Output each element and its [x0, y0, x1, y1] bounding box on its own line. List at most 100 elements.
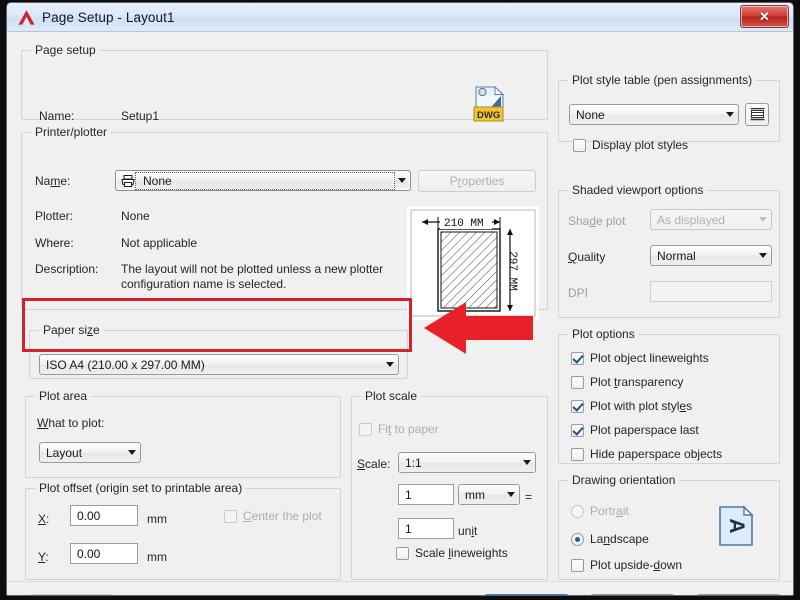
plotter-name-value: None — [137, 174, 393, 188]
chevron-down-icon — [502, 492, 519, 497]
chevron-down-icon — [123, 450, 140, 455]
dpi-label: DPI — [568, 286, 588, 300]
y-offset-value: 0.00 — [77, 547, 100, 561]
plot-paperspace-last-checkbox[interactable]: Plot paperspace last — [571, 423, 699, 437]
plot-object-lineweights-checkbox[interactable]: Plot object lineweights — [571, 351, 709, 365]
quality-value: Normal — [651, 249, 754, 263]
close-icon: ✕ — [759, 9, 770, 25]
chevron-down-icon — [518, 460, 535, 465]
paper-size-combo[interactable]: ISO A4 (210.00 x 297.00 MM) — [39, 354, 399, 375]
plot-style-editor-button[interactable] — [745, 103, 769, 126]
scale-numerator-value: 1 — [405, 488, 412, 502]
plot-offset-legend: Plot offset (origin set to printable are… — [35, 481, 246, 495]
quality-label: Quality — [568, 250, 605, 264]
equals-label: = — [525, 490, 532, 504]
checkbox-box — [396, 547, 409, 560]
checkbox-box — [573, 139, 586, 152]
svg-text:DWG: DWG — [477, 110, 500, 121]
radio-circle — [571, 505, 584, 518]
scale-unit-combo[interactable]: mm — [458, 484, 520, 505]
plot-with-plot-styles-checkbox[interactable]: Plot with plot styles — [571, 399, 692, 413]
dpi-input[interactable] — [650, 281, 772, 302]
landscape-page-icon: A — [718, 505, 752, 545]
plot-style-table-legend: Plot style table (pen assignments) — [568, 73, 756, 87]
chevron-down-icon — [754, 253, 771, 258]
y-offset-input[interactable]: 0.00 — [70, 543, 138, 564]
chevron-down-icon — [721, 112, 738, 117]
plotter-name-combo[interactable]: None — [115, 170, 411, 191]
checkbox-box — [571, 424, 584, 437]
hide-paperspace-objects-checkbox[interactable]: Hide paperspace objects — [571, 447, 722, 461]
scale-lineweights-checkbox[interactable]: Scale lineweights — [396, 546, 508, 560]
unit-label: unit — [458, 524, 477, 538]
scale-denominator-input[interactable]: 1 — [398, 518, 454, 539]
what-to-plot-combo[interactable]: Layout — [39, 442, 141, 463]
scale-lineweights-label: Scale lineweights — [415, 546, 508, 560]
autocad-logo-icon — [16, 8, 36, 26]
plot-paperspace-last-label: Plot paperspace last — [590, 423, 699, 437]
plot-style-table-combo[interactable]: None — [569, 104, 739, 125]
checkbox-box — [224, 510, 237, 523]
ok-button[interactable]: OK — [484, 594, 569, 596]
plot-style-table-value: None — [570, 108, 721, 122]
plot-options-legend: Plot options — [568, 327, 639, 341]
x-offset-label: X: — [38, 512, 49, 526]
plot-area-group: Plot area — [25, 396, 341, 478]
checkbox-box — [571, 448, 584, 461]
checkbox-box — [571, 400, 584, 413]
paper-size-value: ISO A4 (210.00 x 297.00 MM) — [40, 358, 381, 372]
plot-upside-down-checkbox[interactable]: Plot upside-down — [571, 558, 682, 572]
shade-plot-combo[interactable]: As displayed — [650, 209, 772, 230]
autocad-a-glyph — [17, 9, 36, 26]
radio-circle — [571, 533, 584, 546]
plotter-name-label: Name: — [35, 174, 70, 188]
plot-scale-legend: Plot scale — [361, 389, 421, 403]
scale-numerator-input[interactable]: 1 — [398, 484, 454, 505]
fit-to-paper-checkbox[interactable]: Fit to paper — [359, 422, 439, 436]
plotter-label: Plotter: — [35, 209, 73, 223]
shaded-viewport-legend: Shaded viewport options — [568, 183, 707, 197]
plot-upside-down-label: Plot upside-down — [590, 558, 682, 572]
display-plot-styles-checkbox[interactable]: Display plot styles — [573, 138, 688, 152]
page-setup-dialog: Page Setup - Layout1 ✕ Page setup Name: … — [6, 2, 794, 596]
preview-width-text: 210 MM — [444, 218, 484, 230]
help-button[interactable]: Help — [696, 594, 781, 596]
shade-plot-label: Shade plot — [568, 214, 625, 228]
quality-combo[interactable]: Normal — [650, 245, 772, 266]
scale-combo[interactable]: 1:1 — [398, 452, 536, 473]
display-plot-styles-label: Display plot styles — [592, 138, 688, 152]
x-offset-input[interactable]: 0.00 — [70, 505, 138, 526]
where-value: Not applicable — [121, 236, 197, 250]
plot-transparency-checkbox[interactable]: Plot transparency — [571, 375, 683, 389]
paper-preview: 210 MM 297 MM — [407, 206, 539, 320]
plot-style-editor-icon — [750, 108, 765, 122]
printer-plotter-legend: Printer/plotter — [31, 125, 111, 139]
plot-with-plot-styles-label: Plot with plot styles — [590, 399, 692, 413]
x-offset-unit: mm — [147, 512, 167, 526]
page-setup-name-value: Setup1 — [121, 109, 159, 123]
center-the-plot-label: Center the plot — [243, 509, 322, 523]
shade-plot-value: As displayed — [651, 213, 754, 227]
y-offset-label: Y: — [38, 550, 49, 564]
portrait-radio[interactable]: Portrait — [571, 504, 629, 518]
properties-button[interactable]: Properties — [418, 170, 536, 192]
cancel-button[interactable]: Cancel — [590, 594, 675, 596]
window-title: Page Setup - Layout1 — [42, 10, 175, 25]
scale-label: Scale: — [357, 457, 390, 471]
preview-button[interactable]: Preview... — [29, 594, 114, 596]
landscape-radio[interactable]: Landscape — [571, 532, 649, 546]
plot-transparency-label: Plot transparency — [590, 375, 683, 389]
dialog-content: Page setup Name: Setup1 DWG Printer/plot… — [7, 32, 793, 596]
close-button[interactable]: ✕ — [740, 5, 789, 28]
orientation-glyph: A — [725, 518, 748, 533]
where-label: Where: — [35, 236, 74, 250]
what-to-plot-value: Layout — [40, 446, 123, 460]
checkbox-box — [571, 352, 584, 365]
drawing-orientation-legend: Drawing orientation — [568, 473, 679, 487]
scale-denominator-value: 1 — [405, 522, 412, 536]
center-the-plot-checkbox[interactable]: Center the plot — [224, 509, 322, 523]
page-setup-group: Page setup — [21, 50, 548, 120]
x-offset-value: 0.00 — [77, 509, 100, 523]
portrait-label: Portrait — [590, 504, 629, 518]
landscape-label: Landscape — [590, 532, 649, 546]
